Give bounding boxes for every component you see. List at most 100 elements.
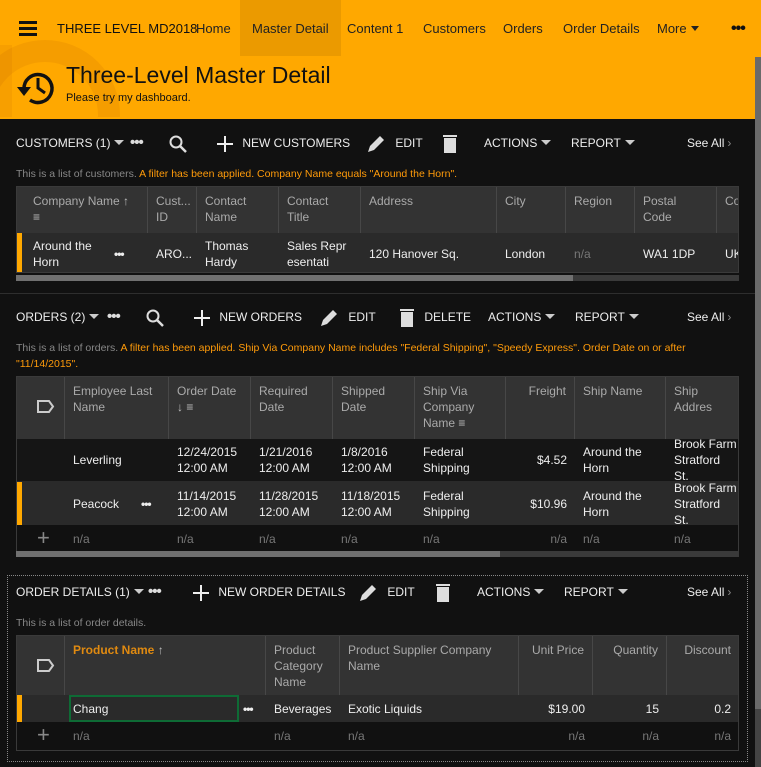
row-more-button[interactable]: ••• (110, 246, 148, 262)
orders-report-dropdown[interactable]: REPORT (575, 304, 639, 330)
new-customers-button[interactable]: NEW CUSTOMERS (216, 130, 350, 156)
cell-product-category[interactable]: Beverages (266, 695, 340, 723)
cell-placeholder[interactable]: n/a (340, 722, 519, 750)
orders-horizontal-scrollbar[interactable] (16, 551, 739, 557)
new-row[interactable]: + n/a n/a n/a n/a n/a n/a (17, 722, 738, 750)
column-header-required-date[interactable]: Required Date (251, 377, 333, 439)
customers-more-button[interactable]: ••• (130, 130, 144, 156)
page-scrollbar-thumb[interactable] (755, 57, 761, 709)
more-dots-icon[interactable]: ••• (731, 20, 746, 38)
row-more-button[interactable]: ••• (139, 496, 169, 512)
cell-freight[interactable]: $10.96 (506, 490, 575, 518)
column-header-tag[interactable] (17, 636, 65, 695)
new-orders-button[interactable]: NEW ORDERS (193, 304, 302, 330)
cell-contact-title[interactable]: Sales Representati (279, 232, 361, 273)
orders-actions-dropdown[interactable]: ACTIONS (488, 304, 556, 330)
table-row[interactable]: Peacock ••• 11/14/2015 12:00 AM 11/28/20… (17, 481, 738, 527)
add-row-button[interactable]: + (17, 722, 65, 750)
column-header-tag[interactable] (17, 377, 65, 439)
nav-item-order-details[interactable]: Order Details (551, 0, 652, 56)
cell-company-name[interactable]: Around the Horn (17, 232, 110, 273)
customers-edit-button[interactable]: EDIT (366, 130, 423, 156)
column-header-freight[interactable]: Freight (506, 377, 575, 439)
customers-search-button[interactable] (168, 130, 188, 156)
column-header-contact-name[interactable]: Contact Name (197, 187, 279, 233)
new-order-details-button[interactable]: NEW ORDER DETAILS (192, 579, 345, 605)
cell-discount[interactable]: 0.2 (667, 695, 738, 723)
column-header-region[interactable]: Region (566, 187, 635, 233)
column-header-postal-code[interactable]: Postal Code (635, 187, 717, 233)
orders-delete-button[interactable]: DELETE (399, 304, 471, 330)
column-header-unit-price[interactable]: Unit Price (519, 636, 593, 695)
cell-shipped-date[interactable]: 11/18/2015 12:00 AM (333, 482, 415, 526)
customers-actions-dropdown[interactable]: ACTIONS (484, 130, 552, 156)
cell-freight[interactable]: $4.52 (506, 446, 575, 474)
cell-city[interactable]: London (497, 240, 566, 268)
add-row-button[interactable]: + (17, 525, 65, 551)
cell-country[interactable]: UK (717, 240, 738, 268)
cell-placeholder[interactable]: n/a (415, 525, 506, 551)
cell-employee[interactable]: Peacock (65, 490, 139, 518)
customers-report-dropdown[interactable]: REPORT (571, 130, 635, 156)
column-header-ship-name[interactable]: Ship Name (575, 377, 666, 439)
column-header-order-date[interactable]: Order Date ↓ ≡ (169, 377, 251, 439)
page-scrollbar[interactable] (755, 57, 761, 767)
hamburger-menu-icon[interactable] (19, 21, 37, 36)
order-details-more-button[interactable]: ••• (148, 579, 162, 605)
cell-required-date[interactable]: 11/28/2015 12:00 AM (251, 482, 333, 526)
cell-ship-name[interactable]: Around the Horn (575, 482, 666, 526)
cell-placeholder[interactable]: n/a (666, 525, 738, 551)
order-details-delete-button[interactable] (435, 579, 451, 605)
cell-contact-name[interactable]: Thomas Hardy (197, 232, 279, 273)
product-name-cell-focused[interactable]: Chang (69, 695, 239, 722)
cell-placeholder[interactable]: n/a (169, 525, 251, 551)
table-row[interactable]: Chang ••• Beverages Exotic Liquids $19.0… (17, 695, 738, 723)
orders-see-all-link[interactable]: See All › (687, 304, 731, 330)
nav-item-orders[interactable]: Orders (491, 0, 555, 56)
row-more-button[interactable]: ••• (239, 701, 266, 717)
column-header-employee-last-name[interactable]: Employee Last Name (65, 377, 169, 439)
column-header-company-name[interactable]: Company Name ↑ ≡ (17, 187, 148, 233)
customers-delete-button[interactable] (442, 130, 458, 156)
column-header-product-supplier[interactable]: Product Supplier Company Name (340, 636, 519, 695)
cell-placeholder[interactable]: n/a (519, 722, 593, 750)
cell-address[interactable]: 120 Hanover Sq. (361, 240, 497, 268)
cell-shipped-date[interactable]: 1/8/2016 12:00 AM (333, 438, 415, 482)
cell-placeholder[interactable]: n/a (593, 722, 667, 750)
cell-placeholder[interactable]: n/a (65, 525, 169, 551)
order-details-report-dropdown[interactable]: REPORT (564, 579, 628, 605)
nav-item-content-1[interactable]: Content 1 (335, 0, 415, 56)
column-header-country[interactable]: Co (717, 187, 738, 233)
cell-postal-code[interactable]: WA1 1DP (635, 240, 717, 268)
cell-placeholder[interactable]: n/a (667, 722, 738, 750)
column-header-quantity[interactable]: Quantity (593, 636, 667, 695)
cell-placeholder[interactable]: n/a (65, 722, 266, 750)
cell-product-supplier[interactable]: Exotic Liquids (340, 695, 519, 723)
order-details-see-all-link[interactable]: See All › (687, 579, 731, 605)
customers-title-dropdown[interactable]: CUSTOMERS (1) (16, 130, 125, 156)
cell-unit-price[interactable]: $19.00 (519, 695, 593, 723)
app-title[interactable]: THREE LEVEL MD2018 (57, 21, 197, 36)
order-details-actions-dropdown[interactable]: ACTIONS (477, 579, 545, 605)
column-header-product-name[interactable]: Product Name ↑ (65, 636, 266, 695)
new-row[interactable]: + n/a n/a n/a n/a n/a n/a n/a n/a (17, 525, 738, 551)
nav-item-master-detail[interactable]: Master Detail (240, 0, 341, 56)
orders-search-button[interactable] (145, 304, 165, 330)
cell-placeholder[interactable]: n/a (506, 525, 575, 551)
order-details-title-dropdown[interactable]: ORDER DETAILS (1) (16, 579, 144, 605)
cell-placeholder[interactable]: n/a (251, 525, 333, 551)
cell-ship-via[interactable]: Federal Shipping (415, 438, 506, 482)
cell-order-date[interactable]: 11/14/2015 12:00 AM (169, 482, 251, 526)
column-header-address[interactable]: Address (361, 187, 497, 233)
customers-see-all-link[interactable]: See All › (687, 130, 731, 156)
cell-employee[interactable]: Leverling (65, 446, 169, 474)
orders-more-button[interactable]: ••• (107, 304, 121, 330)
cell-placeholder[interactable]: n/a (575, 525, 666, 551)
column-header-discount[interactable]: Discount (667, 636, 738, 695)
cell-placeholder[interactable]: n/a (333, 525, 415, 551)
cell-quantity[interactable]: 15 (593, 695, 667, 723)
nav-item-more[interactable]: More (645, 0, 711, 56)
column-header-shipped-date[interactable]: Shipped Date (333, 377, 415, 439)
column-header-product-category[interactable]: Product Category Name (266, 636, 340, 695)
cell-placeholder[interactable]: n/a (266, 722, 340, 750)
